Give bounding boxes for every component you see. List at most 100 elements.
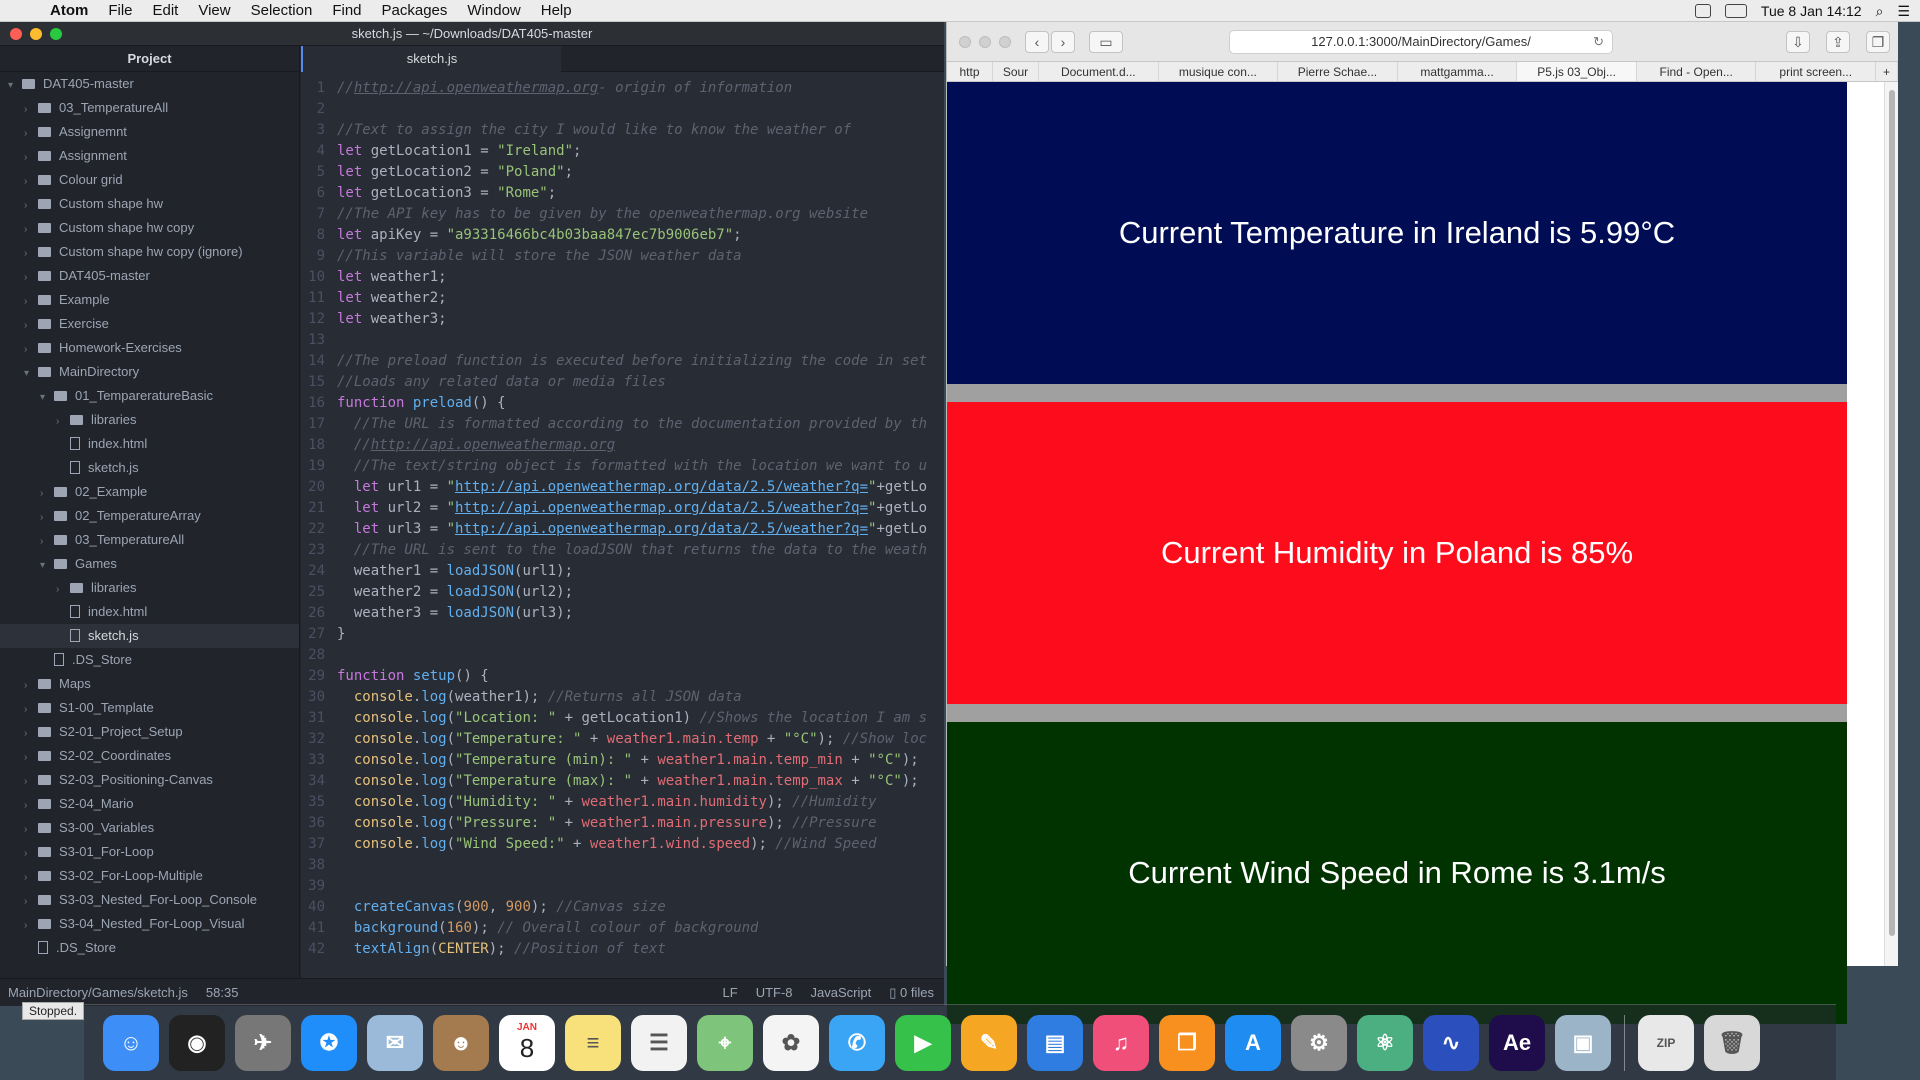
status-file-path[interactable]: MainDirectory/Games/sketch.js xyxy=(8,985,188,1000)
notes-icon[interactable]: ≡ xyxy=(565,1014,621,1071)
chevron-right-icon[interactable]: › xyxy=(24,338,38,362)
launchpad-icon[interactable]: ✈ xyxy=(235,1014,291,1071)
chevron-down-icon[interactable]: ▾ xyxy=(8,74,22,98)
chevron-right-icon[interactable]: › xyxy=(24,746,38,770)
code-line[interactable]: 17 //The URL is formatted according to t… xyxy=(301,414,944,435)
tree-folder[interactable]: › S3-04_Nested_For-Loop_Visual xyxy=(0,912,299,936)
back-button[interactable]: ‹ xyxy=(1025,30,1049,53)
cast-icon[interactable] xyxy=(1694,4,1711,18)
chevron-down-icon[interactable]: ▾ xyxy=(40,386,54,410)
menu-packages[interactable]: Packages xyxy=(372,2,458,19)
photos-icon[interactable]: ✿ xyxy=(763,1014,819,1071)
zoom-window-button[interactable] xyxy=(999,35,1011,48)
code-line[interactable]: 8 let apiKey = "a93316466bc4b03baa847ec7b… xyxy=(301,225,944,246)
chevron-right-icon[interactable]: › xyxy=(24,314,38,338)
code-line[interactable]: 28 xyxy=(301,645,944,666)
tree-folder[interactable]: › 02_TemperatureArray xyxy=(0,504,299,528)
status-encoding[interactable]: UTF-8 xyxy=(756,985,793,1001)
bookmark-tab[interactable]: P5.js 03_Obj... xyxy=(1517,62,1637,81)
system-preferences-icon[interactable]: ⚙ xyxy=(1291,1014,1347,1071)
tree-folder[interactable]: › 03_TemperatureAll xyxy=(0,528,299,552)
facetime-icon[interactable]: ▶ xyxy=(895,1014,951,1071)
tree-folder[interactable]: › Example xyxy=(0,288,299,312)
code-line[interactable]: 2 xyxy=(301,99,944,120)
code-line[interactable]: 10 let weather1; xyxy=(301,267,944,288)
code-line[interactable]: 32 console.log("Temperature: " + weather… xyxy=(301,729,944,750)
bookmark-tab[interactable]: Sour xyxy=(993,62,1039,81)
menu-view[interactable]: View xyxy=(188,2,240,19)
tree-folder[interactable]: › 03_TemperatureAll xyxy=(0,96,299,120)
forward-button[interactable]: › xyxy=(1051,30,1075,53)
tree-folder[interactable]: › S1-00_Template xyxy=(0,696,299,720)
tree-folder[interactable]: › Custom shape hw xyxy=(0,192,299,216)
chevron-right-icon[interactable]: › xyxy=(24,266,38,290)
code-line[interactable]: 22 let url3 = "http://api.openweathermap… xyxy=(301,519,944,540)
page-scrollbar[interactable] xyxy=(1884,82,1898,966)
new-tab-icon[interactable]: + xyxy=(1876,62,1899,81)
code-line[interactable]: 18 //http://api.openweathermap.org xyxy=(301,435,944,456)
tree-file[interactable]: .DS_Store xyxy=(0,648,299,672)
tree-folder[interactable]: › S2-03_Positioning-Canvas xyxy=(0,768,299,792)
bookmark-tab[interactable]: print screen... xyxy=(1756,62,1877,81)
code-line[interactable]: 34 console.log("Temperature (max): " + w… xyxy=(301,771,944,792)
chevron-right-icon[interactable]: › xyxy=(24,170,38,194)
code-line[interactable]: 13 xyxy=(301,330,944,351)
mail-icon[interactable]: ✉ xyxy=(367,1014,423,1071)
menu-help[interactable]: Help xyxy=(531,2,582,19)
menubar-clock[interactable]: Tue 8 Jan 14:12 xyxy=(1761,3,1862,19)
chevron-right-icon[interactable]: › xyxy=(24,218,38,242)
menu-file[interactable]: File xyxy=(98,2,142,19)
tree-folder[interactable]: › 02_Example xyxy=(0,480,299,504)
spotlight-icon[interactable]: ⌕ xyxy=(1876,3,1884,20)
pages-icon[interactable]: ✎ xyxy=(961,1014,1017,1071)
tree-folder[interactable]: › S2-04_Mario xyxy=(0,792,299,816)
chevron-right-icon[interactable]: › xyxy=(56,578,70,602)
share-icon[interactable]: ⇪ xyxy=(1826,30,1850,53)
code-line[interactable]: 16 function preload() { xyxy=(301,393,944,414)
app-store-icon[interactable]: A xyxy=(1225,1014,1281,1071)
scrollbar-thumb[interactable] xyxy=(1889,90,1895,936)
menu-edit[interactable]: Edit xyxy=(143,2,189,19)
code-line[interactable]: 33 console.log("Temperature (min): " + w… xyxy=(301,750,944,771)
tree-file[interactable]: index.html xyxy=(0,432,299,456)
bookmark-tab[interactable]: http xyxy=(947,62,993,81)
tree-folder[interactable]: › Homework-Exercises xyxy=(0,336,299,360)
chevron-right-icon[interactable]: › xyxy=(24,122,38,146)
chevron-right-icon[interactable]: › xyxy=(24,722,38,746)
chevron-right-icon[interactable]: › xyxy=(24,194,38,218)
status-git-files[interactable]: ▯ 0 files xyxy=(889,985,934,1001)
preview-icon[interactable]: ▣ xyxy=(1555,1014,1611,1071)
code-line[interactable]: 1 //http://api.openweathermap.org- origin… xyxy=(301,78,944,99)
contacts-icon[interactable]: ☻ xyxy=(433,1014,489,1071)
close-window-button[interactable] xyxy=(959,35,971,48)
code-line[interactable]: 23 //The URL is sent to the loadJSON tha… xyxy=(301,540,944,561)
code-line[interactable]: 6 let getLocation3 = "Rome"; xyxy=(301,183,944,204)
code-editor[interactable]: sketch.js 1//http://api.openweathermap.o… xyxy=(301,46,944,978)
battery-icon[interactable] xyxy=(1724,4,1747,18)
code-line[interactable]: 35 console.log("Humidity: " + weather1.m… xyxy=(301,792,944,813)
tree-folder[interactable]: ▾ Games xyxy=(0,552,299,576)
tree-folder[interactable]: › Exercise xyxy=(0,312,299,336)
finder-icon[interactable]: ☺ xyxy=(103,1014,159,1071)
tree-folder[interactable]: › S2-01_Project_Setup xyxy=(0,720,299,744)
tree-file[interactable]: sketch.js xyxy=(0,624,299,648)
code-line[interactable]: 38 xyxy=(301,855,944,876)
status-line-ending[interactable]: LF xyxy=(723,985,738,1001)
menu-app-name[interactable]: Atom xyxy=(40,2,98,19)
chevron-right-icon[interactable]: › xyxy=(40,482,54,506)
chevron-right-icon[interactable]: › xyxy=(24,290,38,314)
siri-icon[interactable]: ◉ xyxy=(169,1014,225,1071)
code-line[interactable]: 20 let url1 = "http://api.openweathermap… xyxy=(301,477,944,498)
code-line[interactable]: 19 //The text/string object is formatted… xyxy=(301,456,944,477)
code-line[interactable]: 21 let url2 = "http://api.openweathermap… xyxy=(301,498,944,519)
chevron-right-icon[interactable]: › xyxy=(24,890,38,914)
chevron-down-icon[interactable]: ▾ xyxy=(24,362,38,386)
code-line[interactable]: 25 weather2 = loadJSON(url2); xyxy=(301,582,944,603)
tree-folder[interactable]: › Maps xyxy=(0,672,299,696)
tree-folder[interactable]: ▾ DAT405-master xyxy=(0,72,299,96)
tree-folder[interactable]: › Custom shape hw copy xyxy=(0,216,299,240)
sidebar-toggle-icon[interactable]: ▭ xyxy=(1089,30,1123,53)
chevron-right-icon[interactable]: › xyxy=(24,842,38,866)
code-line[interactable]: 27} xyxy=(301,624,944,645)
keynote-icon[interactable]: ▤ xyxy=(1027,1014,1083,1071)
